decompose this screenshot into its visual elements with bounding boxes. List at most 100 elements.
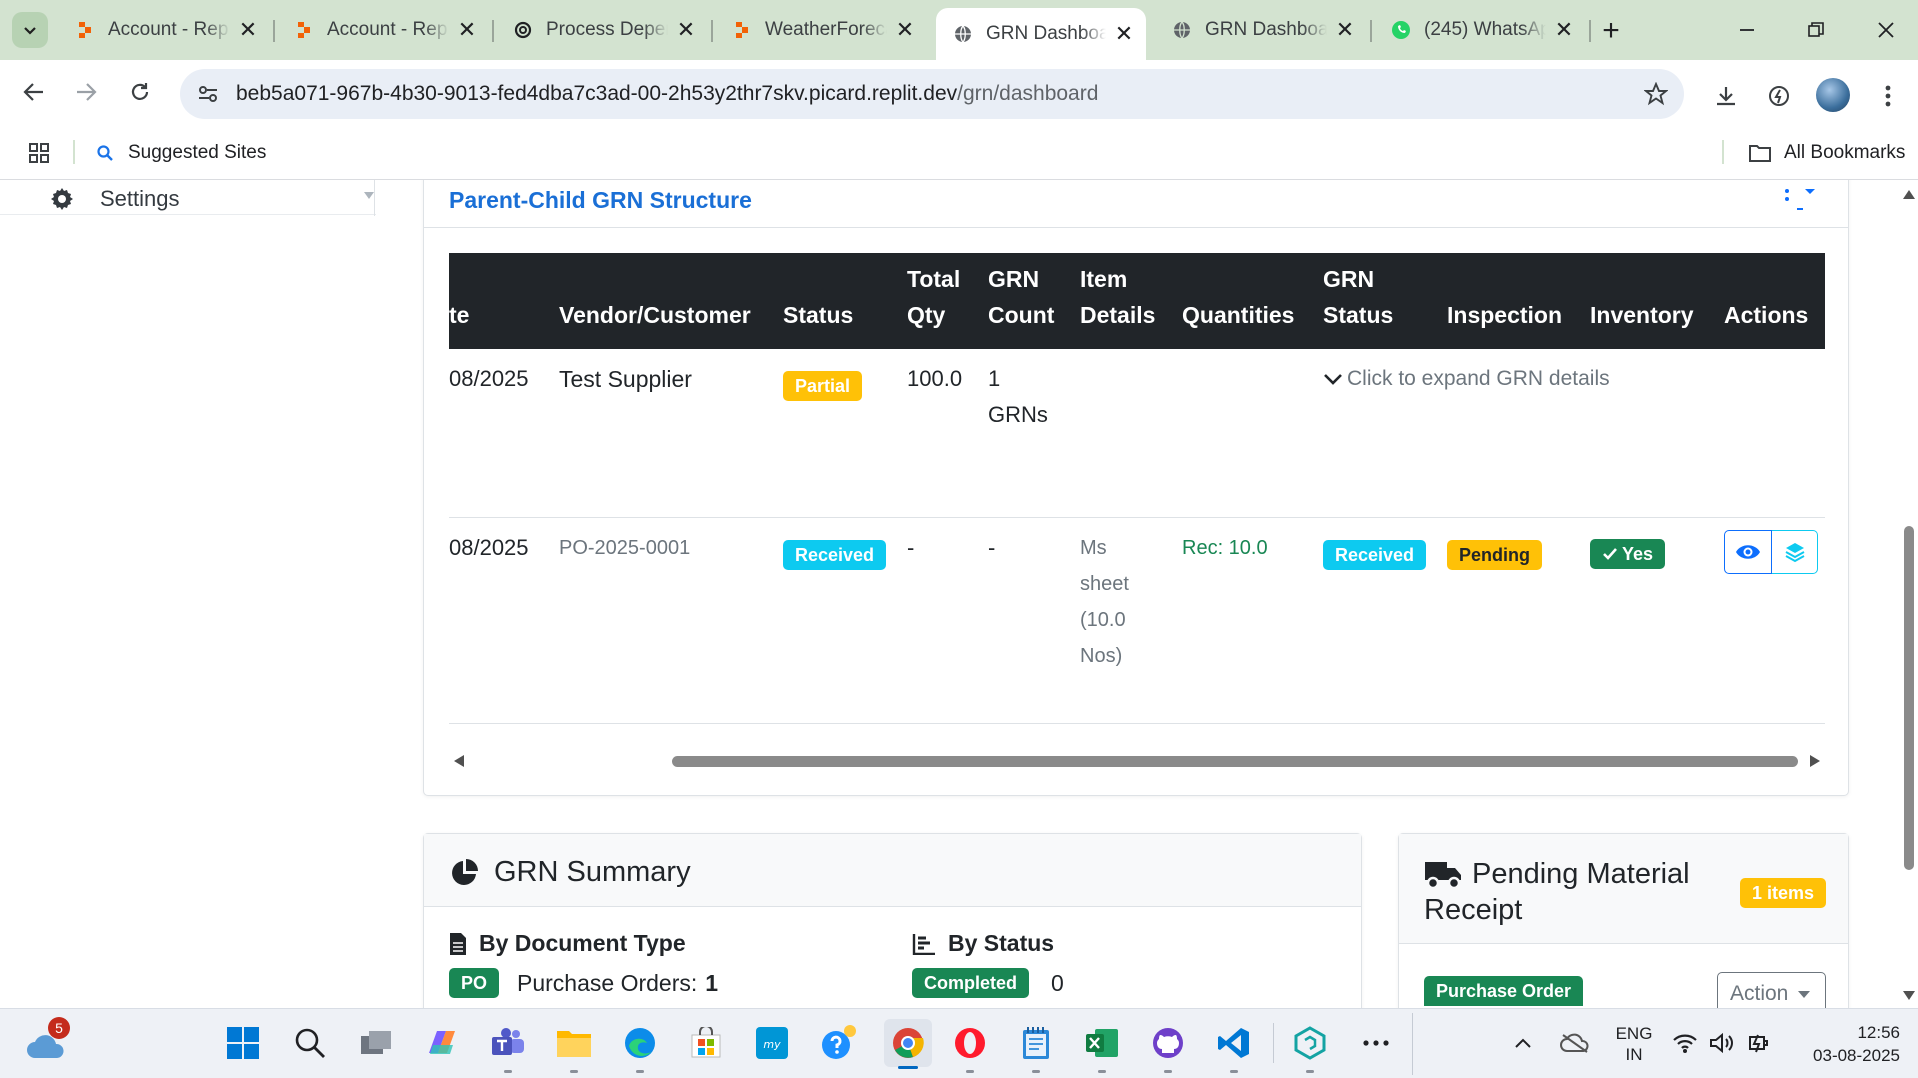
col-status[interactable]: Status: [783, 253, 907, 349]
more-apps-button[interactable]: [1356, 1023, 1396, 1063]
search-icon: [295, 1028, 325, 1058]
expand-grn-toggle[interactable]: Click to expand GRN details: [1323, 361, 1610, 397]
col-label-2: Vendor/Customer: [559, 302, 751, 328]
coding-app[interactable]: [1290, 1023, 1330, 1073]
start-button[interactable]: [223, 1023, 263, 1063]
col-date[interactable]: te: [449, 253, 559, 349]
tab-search-button[interactable]: [12, 12, 48, 48]
weather-widget[interactable]: 5: [26, 1017, 70, 1065]
reload-button[interactable]: [122, 74, 158, 110]
close-window-button[interactable]: [1866, 10, 1906, 50]
browser-tab-7[interactable]: (245) WhatsAp ✕: [1374, 8, 1586, 52]
teams-icon: [492, 1028, 524, 1055]
scroll-thumb[interactable]: [672, 756, 1798, 767]
new-tab-button[interactable]: +: [1594, 14, 1628, 48]
col-grn-status[interactable]: GRN Status: [1323, 253, 1447, 349]
quick-settings-button[interactable]: [1672, 1025, 1772, 1061]
star-icon[interactable]: [1643, 81, 1669, 111]
browser-tab-1[interactable]: Account - Rep ✕: [58, 8, 270, 52]
downloads-button[interactable]: [1708, 78, 1744, 114]
col-label-2: Count: [988, 302, 1055, 328]
browser-tab-6[interactable]: GRN Dashboa ✕: [1155, 8, 1367, 52]
col-item-details[interactable]: Item Details: [1080, 253, 1182, 349]
col-total-qty[interactable]: Total Qty: [907, 253, 988, 349]
more-options-icon[interactable]: [1782, 183, 1816, 213]
task-view-button[interactable]: [356, 1023, 396, 1063]
col-vendor[interactable]: Vendor/Customer: [559, 253, 783, 349]
sidebar-item-settings[interactable]: Settings: [50, 182, 376, 216]
col-inspection[interactable]: Inspection: [1447, 253, 1590, 349]
speed-icon: [1769, 86, 1789, 106]
close-icon[interactable]: ✕: [457, 17, 477, 43]
get-help-app[interactable]: [818, 1023, 858, 1063]
browser-tab-4[interactable]: WeatherForeca ✕: [715, 8, 927, 52]
browser-tab-2[interactable]: Account - Rep ✕: [277, 8, 489, 52]
apps-button[interactable]: [24, 138, 54, 168]
child-table-row[interactable]: 08/2025 PO-2025-0001 Received - - Ms she…: [449, 517, 1825, 723]
suggested-sites-bookmark[interactable]: Suggested Sites: [96, 138, 266, 168]
language-indicator[interactable]: ENG IN: [1612, 1023, 1656, 1065]
site-info-icon[interactable]: [196, 82, 220, 106]
inspection-badge: Pending: [1447, 539, 1542, 570]
browser-tab-3[interactable]: Process Depen ✕: [496, 8, 708, 52]
profile-avatar[interactable]: [1816, 78, 1850, 112]
chrome-app-active[interactable]: [884, 1019, 932, 1069]
row-date: 08/2025: [449, 366, 529, 391]
edge-app[interactable]: [620, 1023, 660, 1073]
back-button[interactable]: [16, 74, 52, 110]
browser-tab-5-active[interactable]: GRN Dashboa ✕: [936, 8, 1146, 60]
caret-down-icon: [364, 192, 374, 199]
close-icon[interactable]: ✕: [1554, 17, 1574, 43]
onedrive-status[interactable]: [1558, 1023, 1592, 1063]
replit-icon: [74, 19, 96, 41]
close-icon[interactable]: ✕: [238, 17, 258, 43]
vertical-scrollbar[interactable]: [1900, 180, 1918, 1008]
col-actions[interactable]: Actions: [1724, 253, 1825, 349]
teams-app[interactable]: [488, 1023, 528, 1073]
menu-button[interactable]: [1870, 78, 1906, 114]
notepad-app[interactable]: [1016, 1023, 1056, 1073]
close-icon[interactable]: ✕: [676, 17, 696, 43]
vscode-app[interactable]: [1214, 1023, 1254, 1073]
parent-table-row[interactable]: 08/2025 Test Supplier Partial 100.0 1 GRN…: [449, 349, 1825, 517]
card-header: GRN Summary: [424, 834, 1361, 907]
grn-table-wrapper[interactable]: te Vendor/Customer Status Total Qty GRN Co…: [449, 253, 1825, 733]
col-quantities[interactable]: Quantities: [1182, 253, 1323, 349]
horizontal-scrollbar[interactable]: [449, 749, 1825, 773]
col-inventory[interactable]: Inventory: [1590, 253, 1724, 349]
search-button[interactable]: [290, 1023, 330, 1063]
heading-label: By Status: [948, 930, 1055, 956]
copilot-app[interactable]: [422, 1023, 462, 1063]
all-bookmarks-button[interactable]: All Bookmarks: [1748, 138, 1905, 168]
close-icon[interactable]: ✕: [1335, 17, 1355, 43]
scroll-right-arrow[interactable]: [1810, 755, 1820, 767]
show-hidden-icons-button[interactable]: [1508, 1023, 1538, 1063]
github-desktop-app[interactable]: [1148, 1023, 1188, 1073]
action-dropdown[interactable]: Action: [1717, 972, 1826, 1008]
close-icon[interactable]: ✕: [895, 17, 915, 43]
scroll-thumb[interactable]: [1904, 526, 1914, 870]
col-label-2: Qty: [907, 302, 946, 328]
myhp-app[interactable]: my: [752, 1023, 792, 1063]
scroll-up-arrow[interactable]: [1903, 190, 1915, 199]
scroll-down-arrow[interactable]: [1903, 991, 1915, 1000]
view-button[interactable]: [1724, 529, 1772, 574]
microsoft-store-app[interactable]: [686, 1023, 726, 1063]
close-icon[interactable]: ✕: [1114, 21, 1134, 47]
restore-button[interactable]: [1796, 10, 1836, 50]
clock[interactable]: 12:56 03-08-2025: [1790, 1021, 1900, 1067]
layers-button[interactable]: [1772, 529, 1818, 574]
clock-time: 12:56: [1857, 1023, 1900, 1042]
scroll-left-arrow[interactable]: [454, 755, 464, 767]
col-grn-count[interactable]: GRN Count: [988, 253, 1080, 349]
col-label-2: Inventory: [1590, 302, 1694, 328]
forward-button[interactable]: [68, 74, 104, 110]
minimize-button[interactable]: [1727, 10, 1767, 50]
opera-app[interactable]: [950, 1023, 990, 1073]
windows-icon: [227, 1027, 259, 1059]
file-explorer-app[interactable]: [554, 1023, 594, 1073]
url-host: beb5a071-967b-4b30-9013-fed4dba7c3ad-00-…: [236, 82, 958, 105]
address-bar[interactable]: beb5a071-967b-4b30-9013-fed4dba7c3ad-00-…: [180, 69, 1684, 119]
performance-button[interactable]: [1761, 78, 1797, 114]
excel-app[interactable]: [1082, 1023, 1122, 1073]
